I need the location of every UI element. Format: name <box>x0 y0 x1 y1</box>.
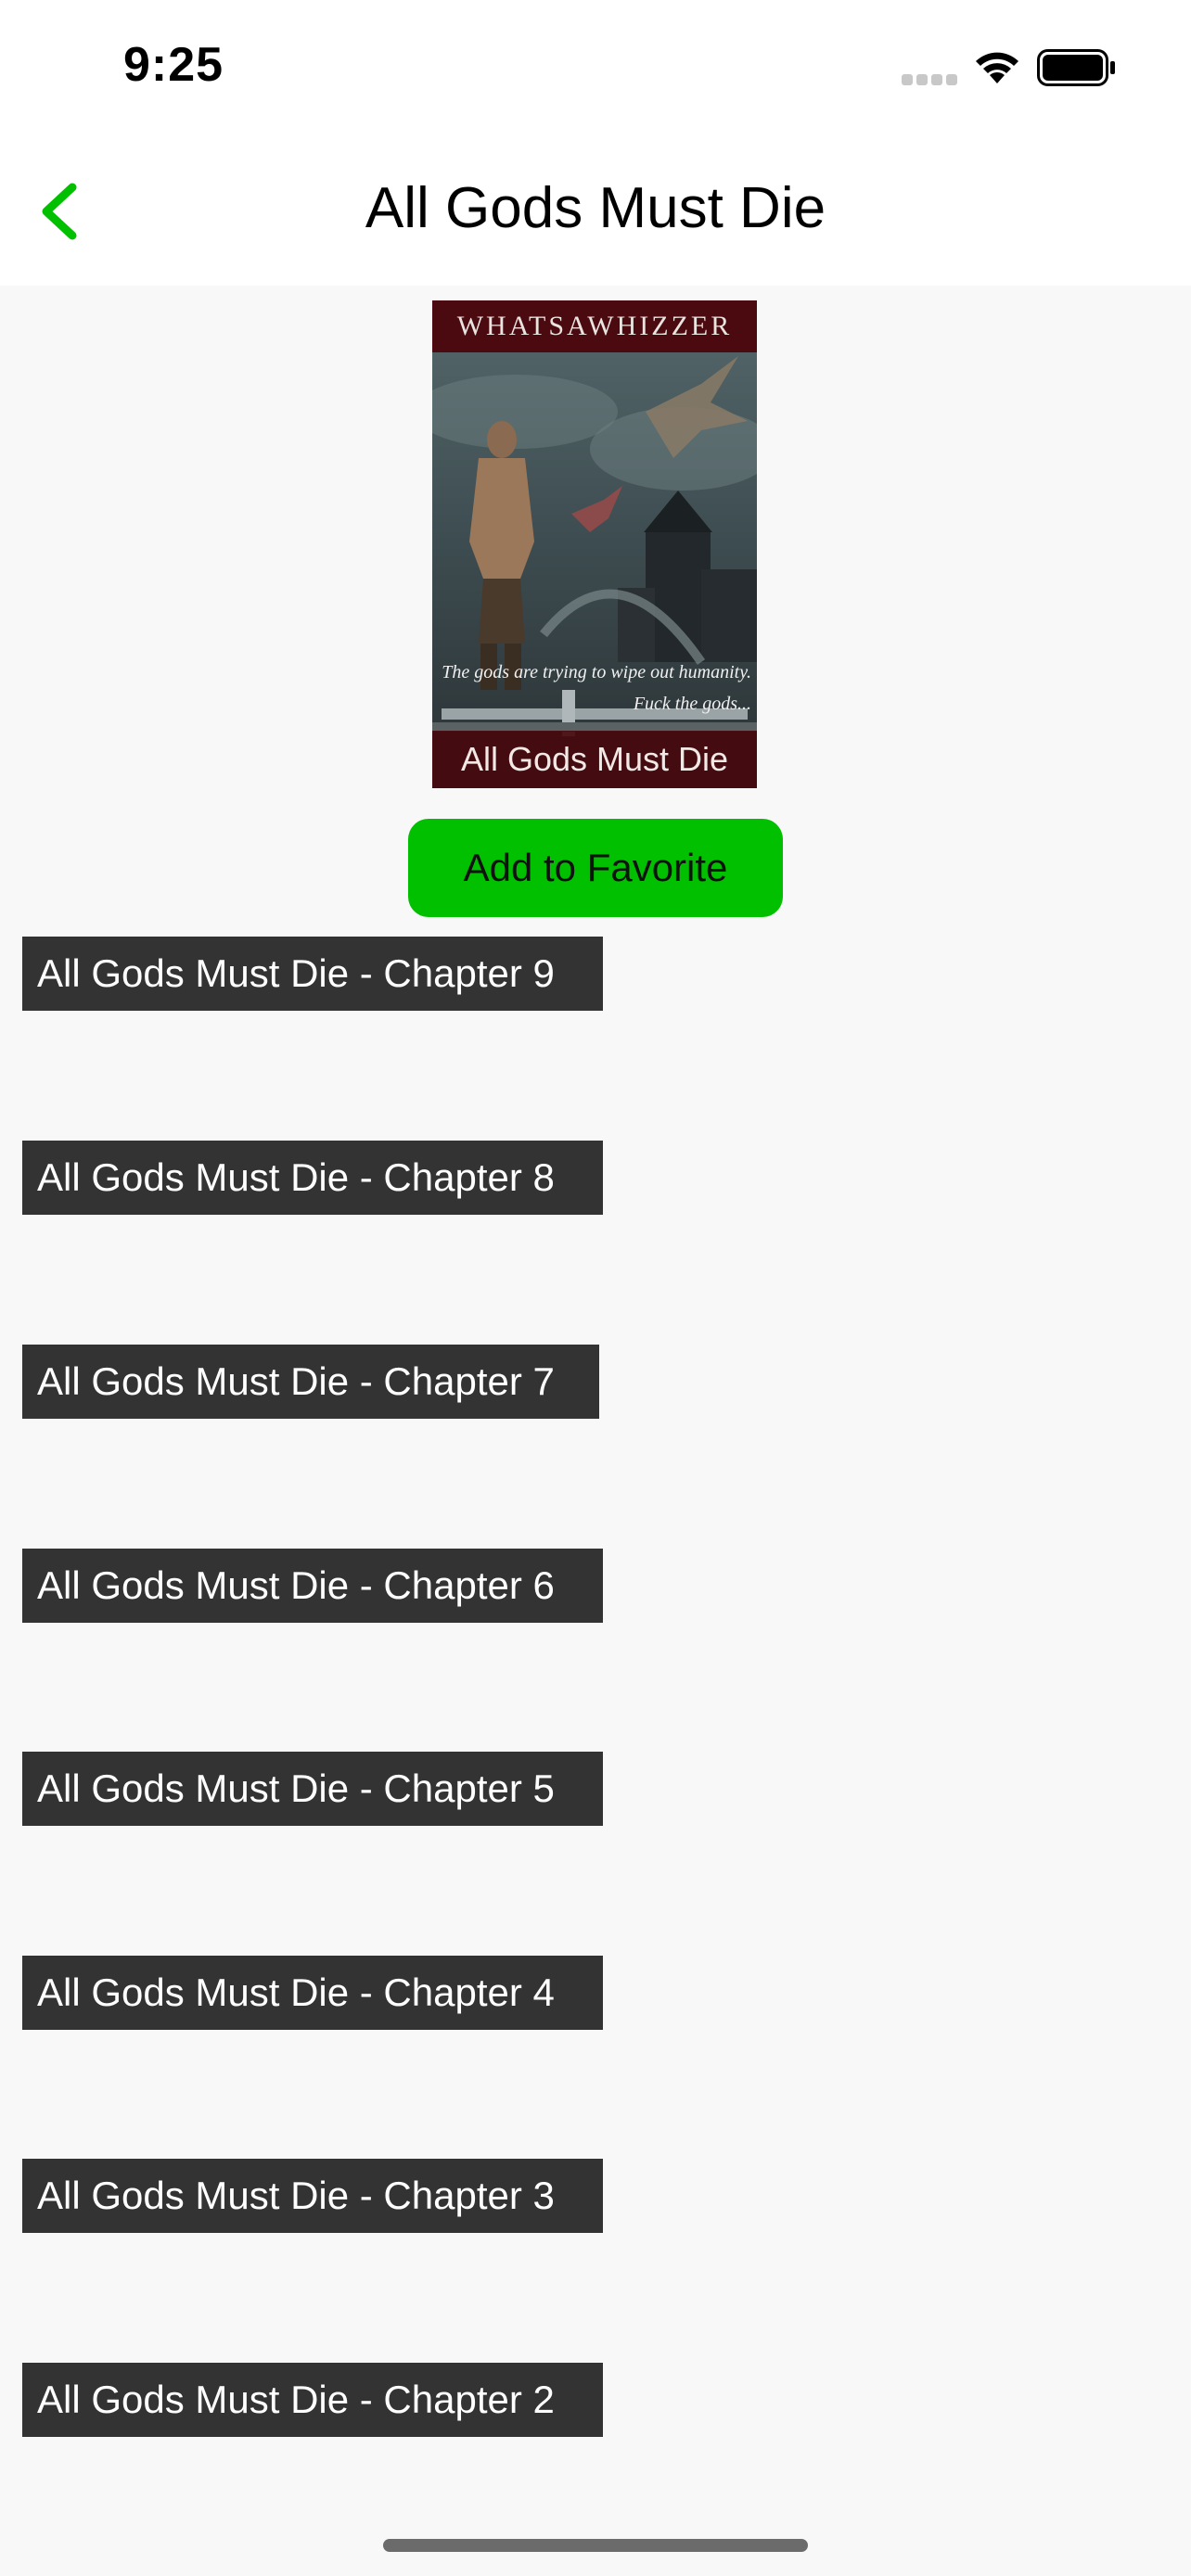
chapter-item-2[interactable]: All Gods Must Die - Chapter 2 <box>22 2363 603 2437</box>
book-detail-content: WHATSAWHIZZER The gods are trying to wip… <box>0 286 1191 2576</box>
chapter-item-3[interactable]: All Gods Must Die - Chapter 3 <box>22 2159 603 2233</box>
cover-author-text: WHATSAWHIZZER <box>456 311 733 341</box>
chapter-item-7[interactable]: All Gods Must Die - Chapter 7 <box>22 1345 599 1419</box>
navigation-bar: All Gods Must Die <box>0 139 1191 286</box>
status-bar: 9:25 <box>0 0 1191 139</box>
cover-title-text: All Gods Must Die <box>432 731 757 788</box>
chapter-item-5[interactable]: All Gods Must Die - Chapter 5 <box>22 1752 603 1826</box>
chapter-item-6[interactable]: All Gods Must Die - Chapter 6 <box>22 1549 603 1623</box>
home-indicator[interactable] <box>383 2539 808 2552</box>
battery-icon <box>1037 49 1115 86</box>
chapter-item-4[interactable]: All Gods Must Die - Chapter 4 <box>22 1956 603 2030</box>
status-time: 9:25 <box>123 38 224 92</box>
chapter-item-9[interactable]: All Gods Must Die - Chapter 9 <box>22 937 603 1011</box>
page-title: All Gods Must Die <box>365 176 826 240</box>
add-to-favorite-button[interactable]: Add to Favorite <box>408 819 783 917</box>
wifi-icon <box>976 52 1018 83</box>
chapter-item-8[interactable]: All Gods Must Die - Chapter 8 <box>22 1141 603 1215</box>
book-cover-image: WHATSAWHIZZER The gods are trying to wip… <box>432 300 757 788</box>
cover-tagline-text: The gods are trying to wipe out humanity… <box>442 662 751 714</box>
cellular-signal-icon <box>902 74 957 85</box>
